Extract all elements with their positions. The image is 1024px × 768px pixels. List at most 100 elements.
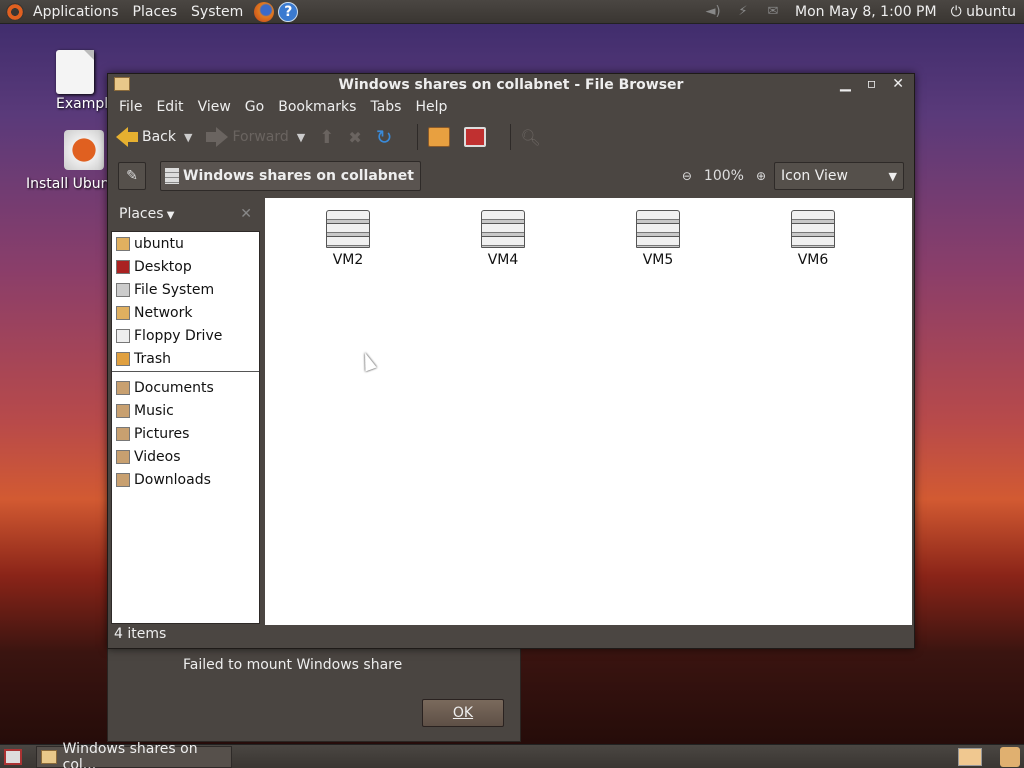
menu-tabs[interactable]: Tabs — [363, 99, 408, 115]
pencil-icon: ✎ — [126, 168, 138, 184]
help-icon[interactable]: ? — [278, 1, 299, 22]
up-button[interactable]: ⬆ — [319, 127, 334, 148]
ubuntu-logo-icon[interactable] — [6, 2, 24, 21]
mail-icon[interactable]: ✉ — [765, 4, 781, 19]
clock[interactable]: Mon May 8, 1:00 PM — [795, 4, 937, 20]
system-tray: ◄) ⚡ ✉ Mon May 8, 1:00 PM ⏻ ubuntu — [705, 4, 1024, 20]
network-icon[interactable]: ⚡ — [735, 4, 751, 19]
user-switcher[interactable]: ⏻ ubuntu — [951, 4, 1016, 20]
sidebar-header-label: Places — [119, 206, 164, 222]
view-select[interactable]: Icon View ▼ — [774, 162, 904, 190]
close-icon[interactable]: ✕ — [892, 76, 904, 92]
menu-edit[interactable]: Edit — [149, 99, 190, 115]
sidebar-item-label: Downloads — [134, 471, 211, 488]
back-label: Back — [142, 129, 176, 145]
maximize-icon[interactable]: ▫ — [867, 76, 877, 92]
menu-go[interactable]: Go — [238, 99, 271, 115]
sidebar-item-label: Desktop — [134, 258, 192, 275]
edit-location-button[interactable]: ✎ — [118, 162, 146, 190]
sidebar-item-videos[interactable]: Videos — [112, 445, 259, 468]
close-sidebar-icon[interactable]: ✕ — [240, 206, 252, 222]
back-arrow-icon — [116, 127, 128, 147]
file-item-label: VM6 — [797, 252, 829, 268]
zoom-in-icon[interactable]: ⊕ — [756, 169, 766, 183]
sidebar-item-trash[interactable]: Trash — [112, 347, 259, 370]
menu-view[interactable]: View — [191, 99, 238, 115]
menu-help[interactable]: Help — [408, 99, 454, 115]
document-icon — [56, 50, 94, 94]
dialog-message: Failed to mount Windows share — [183, 657, 403, 673]
taskbar-item[interactable]: Windows shares on col... — [36, 741, 232, 768]
server-icon — [165, 168, 179, 184]
sidebar-item-label: Music — [134, 402, 174, 419]
file-view[interactable]: VM2 VM4 VM5 VM6 — [265, 198, 912, 625]
menubar: File Edit View Go Bookmarks Tabs Help — [108, 96, 914, 118]
folder-icon — [114, 77, 130, 91]
desktop-icon-install[interactable]: Install Ubun — [26, 130, 109, 192]
ubuntu-icon — [116, 236, 130, 251]
status-bar: 4 items — [114, 626, 167, 642]
file-item-vm5[interactable]: VM5 — [618, 210, 698, 268]
forward-button[interactable]: Forward ▼ — [206, 127, 305, 147]
sidebar-item-label: Pictures — [134, 425, 190, 442]
file-item-vm2[interactable]: VM2 — [308, 210, 388, 268]
path-label: Windows shares on collabnet — [183, 168, 414, 184]
firefox-icon[interactable] — [254, 1, 275, 22]
trash-icon[interactable] — [1000, 746, 1020, 767]
home-button[interactable] — [427, 127, 450, 147]
sidebar-item-file-system[interactable]: File System — [112, 278, 259, 301]
home-icon — [427, 127, 450, 147]
sidebar-item-label: Documents — [134, 379, 214, 396]
zoom-out-icon[interactable]: ⊖ — [682, 169, 692, 183]
file-item-label: VM4 — [487, 252, 519, 268]
volume-icon[interactable]: ◄) — [705, 4, 721, 19]
show-desktop-icon[interactable] — [4, 748, 22, 765]
sidebar-list: ubuntu Desktop File System Network Floppy Dr… — [111, 231, 260, 624]
workspace-switcher[interactable] — [958, 747, 982, 766]
desktop-icon-examples[interactable]: Exampl — [24, 50, 108, 112]
reload-button[interactable]: ↻ — [376, 125, 393, 149]
sidebar-item-desktop[interactable]: Desktop — [112, 255, 259, 278]
file-item-vm6[interactable]: VM6 — [773, 210, 853, 268]
videos-icon — [116, 449, 130, 464]
file-item-label: VM2 — [332, 252, 364, 268]
minimize-icon[interactable]: ▁ — [840, 76, 851, 92]
menu-file[interactable]: File — [112, 99, 149, 115]
taskbar-item-label: Windows shares on col... — [62, 740, 198, 768]
power-icon: ⏻ — [950, 3, 967, 20]
folder-icon — [41, 749, 57, 764]
search-button[interactable]: 🔍︎ — [521, 128, 541, 147]
toolbar: Back ▼ Forward ▼ ⬆ ✖ ↻ 🔍︎ — [108, 118, 914, 156]
applications-menu[interactable]: Applications — [26, 0, 126, 24]
file-item-label: VM5 — [642, 252, 674, 268]
window-titlebar[interactable]: Windows shares on collabnet - File Brows… — [108, 74, 914, 96]
computer-button[interactable] — [463, 127, 486, 147]
chevron-down-icon[interactable]: ▼ — [297, 131, 305, 144]
sidebar-header: Places ▼ ✕ — [111, 198, 260, 230]
file-system-icon — [116, 282, 130, 297]
sidebar-item-floppy-drive[interactable]: Floppy Drive — [112, 324, 259, 347]
sidebar-item-label: Network — [134, 304, 193, 321]
sidebar-item-pictures[interactable]: Pictures — [112, 422, 259, 445]
sidebar-item-music[interactable]: Music — [112, 399, 259, 422]
stop-button[interactable]: ✖ — [348, 128, 361, 147]
file-item-vm4[interactable]: VM4 — [463, 210, 543, 268]
chevron-down-icon[interactable]: ▼ — [184, 131, 192, 144]
downloads-icon — [116, 472, 130, 487]
path-button[interactable]: Windows shares on collabnet — [160, 161, 421, 191]
top-panel: Applications Places System ? ◄) ⚡ ✉ Mon … — [0, 0, 1024, 24]
menu-bookmarks[interactable]: Bookmarks — [271, 99, 363, 115]
sidebar-item-network[interactable]: Network — [112, 301, 259, 324]
sidebar-type-select[interactable]: Places ▼ — [119, 206, 174, 222]
back-button[interactable]: Back ▼ — [116, 127, 192, 147]
sidebar-item-documents[interactable]: Documents — [112, 376, 259, 399]
system-menu[interactable]: System — [184, 0, 250, 24]
error-dialog: Failed to mount Windows share OK — [107, 646, 521, 742]
forward-arrow-icon — [216, 127, 229, 147]
sidebar-item-downloads[interactable]: Downloads — [112, 468, 259, 491]
desktop-icon-label: Exampl — [56, 96, 109, 112]
places-menu[interactable]: Places — [126, 0, 185, 24]
documents-icon — [116, 380, 130, 395]
sidebar-item-ubuntu[interactable]: ubuntu — [112, 232, 259, 255]
ok-button[interactable]: OK — [422, 699, 504, 727]
